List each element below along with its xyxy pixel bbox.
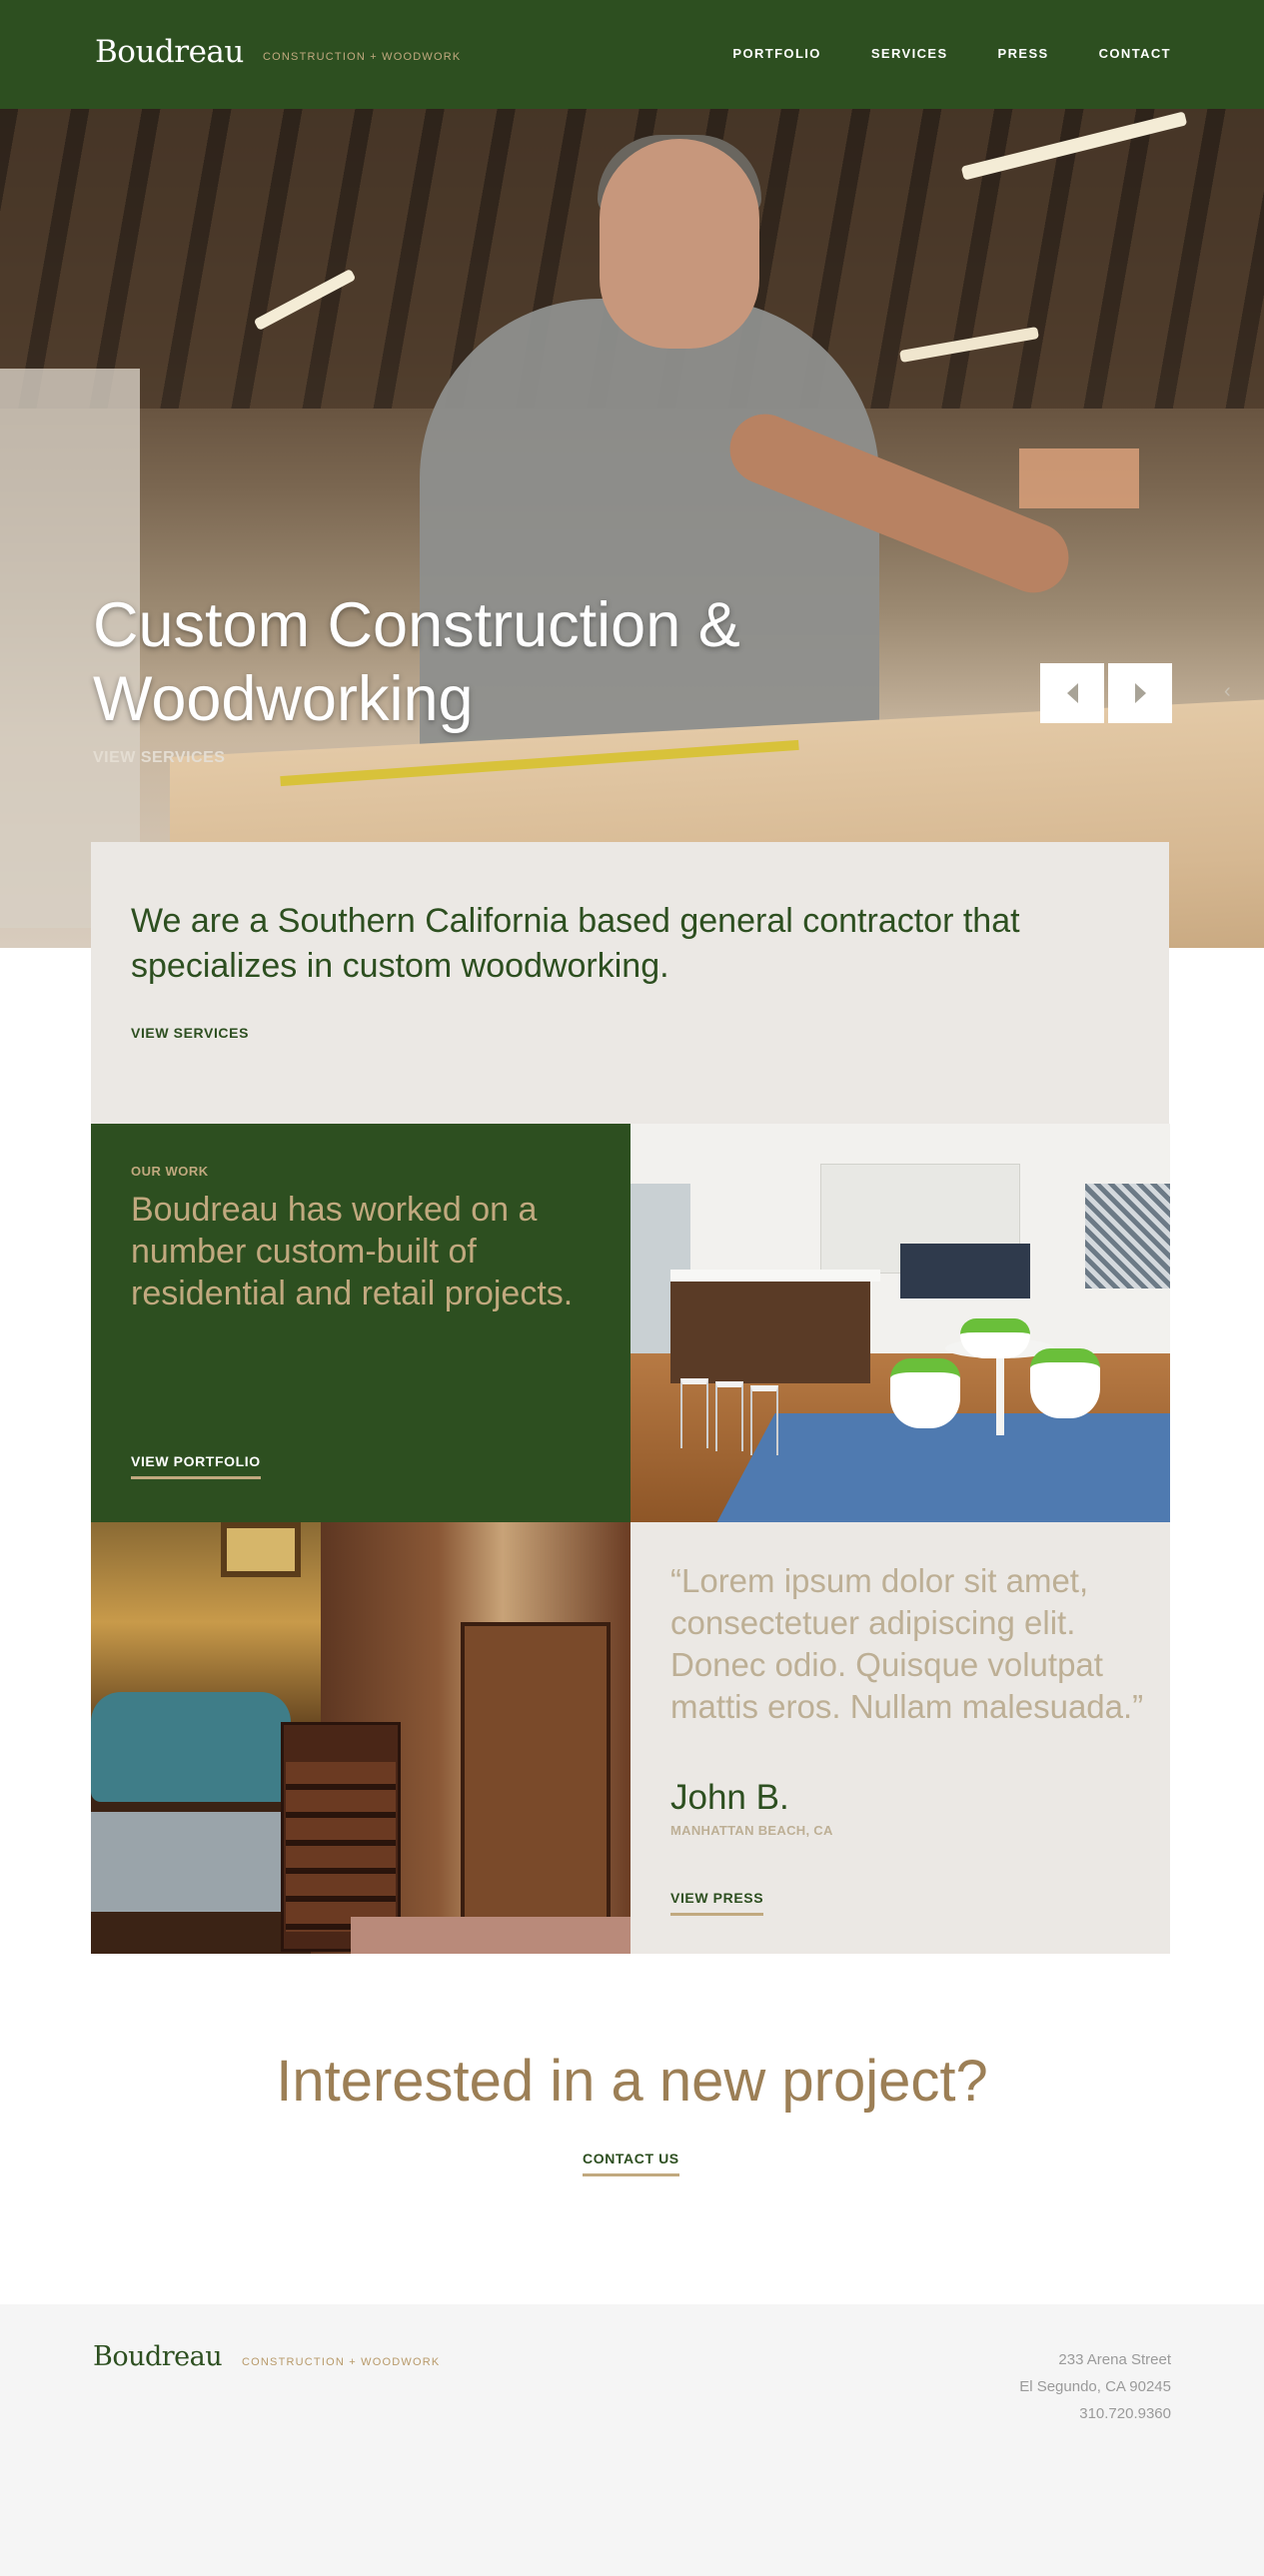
slider-next-button[interactable] <box>1108 663 1172 723</box>
site-logo[interactable]: Boudreau <box>95 34 244 70</box>
site-tagline: CONSTRUCTION + WOODWORK <box>263 51 462 63</box>
main-nav: PORTFOLIO SERVICES PRESS CONTACT <box>732 46 1171 61</box>
living-room-photo <box>91 1522 631 1954</box>
intro-view-services-link[interactable]: VIEW SERVICES <box>131 1025 249 1041</box>
nav-services[interactable]: SERVICES <box>871 46 948 61</box>
hero-section: Custom Construction & Woodworking VIEW S… <box>0 109 1264 948</box>
testimonial-location: MANHATTAN BEACH, CA <box>670 1823 833 1838</box>
view-portfolio-link[interactable]: VIEW PORTFOLIO <box>131 1453 261 1479</box>
edge-chevron-icon: ‹ <box>1224 680 1231 702</box>
footer-tagline: CONSTRUCTION + WOODWORK <box>242 2356 441 2368</box>
nav-contact[interactable]: CONTACT <box>1099 46 1171 61</box>
footer-address: 233 Arena Street El Segundo, CA 90245 31… <box>1019 2346 1171 2427</box>
nav-press[interactable]: PRESS <box>998 46 1049 61</box>
kitchen-photo <box>631 1124 1170 1522</box>
our-work-eyebrow: OUR WORK <box>131 1164 209 1179</box>
chevron-left-icon <box>1066 683 1078 703</box>
address-line-1: 233 Arena Street <box>1058 2351 1171 2368</box>
testimonial-name: John B. <box>670 1778 789 1817</box>
address-line-2: El Segundo, CA 90245 <box>1019 2378 1171 2395</box>
hero-title: Custom Construction & Woodworking <box>93 590 740 734</box>
intro-card: We are a Southern California based gener… <box>91 842 1169 1124</box>
footer-logo[interactable]: Boudreau <box>93 2341 223 2372</box>
view-press-link[interactable]: VIEW PRESS <box>670 1890 764 1916</box>
slider-prev-button[interactable] <box>1040 663 1104 723</box>
our-work-panel: OUR WORK Boudreau has worked on a number… <box>91 1124 631 1522</box>
contact-us-link[interactable]: CONTACT US <box>583 2150 679 2176</box>
site-header: Boudreau CONSTRUCTION + WOODWORK PORTFOL… <box>0 0 1264 109</box>
nav-portfolio[interactable]: PORTFOLIO <box>732 46 820 61</box>
intro-text: We are a Southern California based gener… <box>131 902 1020 985</box>
phone-number[interactable]: 310.720.9360 <box>1019 2400 1171 2427</box>
site-footer: Boudreau CONSTRUCTION + WOODWORK 233 Are… <box>0 2304 1264 2576</box>
cta-title: Interested in a new project? <box>276 2049 988 2114</box>
testimonial-panel: “Lorem ipsum dolor sit amet, consectetue… <box>631 1522 1170 1954</box>
testimonial-quote: “Lorem ipsum dolor sit amet, consectetue… <box>670 1562 1144 1725</box>
our-work-text: Boudreau has worked on a number custom-b… <box>131 1191 574 1312</box>
chevron-right-icon <box>1134 683 1146 703</box>
hero-view-services-link[interactable]: VIEW SERVICES <box>93 749 225 767</box>
